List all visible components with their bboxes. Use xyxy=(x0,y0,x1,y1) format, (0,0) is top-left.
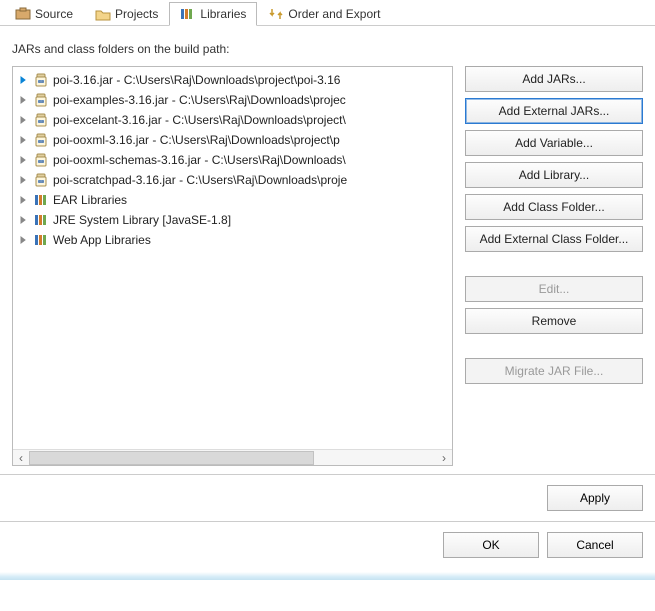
tab-source[interactable]: Source xyxy=(4,2,84,25)
library-icon xyxy=(33,232,49,248)
dialog-button-bar: OK Cancel xyxy=(0,521,655,572)
tab-label: Projects xyxy=(115,7,158,21)
add-library-button[interactable]: Add Library... xyxy=(465,162,643,188)
tree-item-label: poi-3.16.jar - C:\Users\Raj\Downloads\pr… xyxy=(53,73,340,87)
jar-icon: 010 xyxy=(33,92,49,108)
tree-item[interactable]: 010 poi-ooxml-schemas-3.16.jar - C:\Users… xyxy=(13,150,452,170)
tab-content: JARs and class folders on the build path… xyxy=(0,26,655,474)
scroll-thumb[interactable] xyxy=(29,451,314,465)
tree-item-label: JRE System Library [JavaSE-1.8] xyxy=(53,213,231,227)
expand-arrow-icon[interactable] xyxy=(17,94,29,106)
tree-item-label: poi-scratchpad-3.16.jar - C:\Users\Raj\D… xyxy=(53,173,347,187)
expand-arrow-icon[interactable] xyxy=(17,214,29,226)
edit-button: Edit... xyxy=(465,276,643,302)
expand-arrow-icon[interactable] xyxy=(17,154,29,166)
svg-text:010: 010 xyxy=(38,180,43,184)
library-icon xyxy=(180,7,196,21)
jar-icon: 010 xyxy=(33,152,49,168)
apply-button[interactable]: Apply xyxy=(547,485,643,511)
expand-arrow-icon[interactable] xyxy=(17,74,29,86)
svg-text:010: 010 xyxy=(38,80,43,84)
library-icon xyxy=(33,212,49,228)
tree-item[interactable]: 010 poi-excelant-3.16.jar - C:\Users\Raj\… xyxy=(13,110,452,130)
jar-icon: 010 xyxy=(33,72,49,88)
tree-item-label: poi-examples-3.16.jar - C:\Users\Raj\Dow… xyxy=(53,93,346,107)
tree-item[interactable]: 010 poi-scratchpad-3.16.jar - C:\Users\Ra… xyxy=(13,170,452,190)
add-external-class-folder-button[interactable]: Add External Class Folder... xyxy=(465,226,643,252)
expand-arrow-icon[interactable] xyxy=(17,194,29,206)
tab-order-export[interactable]: Order and Export xyxy=(257,2,391,25)
horizontal-scrollbar[interactable]: ‹ › xyxy=(13,449,452,465)
add-external-jars-button[interactable]: Add External JARs... xyxy=(465,98,643,124)
tree-item-label: Web App Libraries xyxy=(53,233,151,247)
tab-projects[interactable]: Projects xyxy=(84,2,169,25)
package-icon xyxy=(15,7,31,21)
tab-label: Order and Export xyxy=(288,7,380,21)
tab-libraries[interactable]: Libraries xyxy=(169,2,257,26)
migrate-jar-file-button: Migrate JAR File... xyxy=(465,358,643,384)
expand-arrow-icon[interactable] xyxy=(17,134,29,146)
svg-text:010: 010 xyxy=(38,160,43,164)
jar-icon: 010 xyxy=(33,132,49,148)
scroll-right-icon[interactable]: › xyxy=(436,450,452,466)
tree-item-label: poi-ooxml-schemas-3.16.jar - C:\Users\Ra… xyxy=(53,153,346,167)
tree-item[interactable]: 010 poi-examples-3.16.jar - C:\Users\Raj\… xyxy=(13,90,452,110)
expand-arrow-icon[interactable] xyxy=(17,174,29,186)
ok-button[interactable]: OK xyxy=(443,532,539,558)
build-path-tree[interactable]: 010 poi-3.16.jar - C:\Users\Raj\Downloads… xyxy=(12,66,453,466)
folder-icon xyxy=(95,7,111,21)
svg-text:010: 010 xyxy=(38,100,43,104)
tree-item-label: poi-ooxml-3.16.jar - C:\Users\Raj\Downlo… xyxy=(53,133,340,147)
svg-text:010: 010 xyxy=(38,140,43,144)
add-jars-button[interactable]: Add JARs... xyxy=(465,66,643,92)
expand-arrow-icon[interactable] xyxy=(17,114,29,126)
tree-item[interactable]: Web App Libraries xyxy=(13,230,452,250)
tree-item[interactable]: 010 poi-ooxml-3.16.jar - C:\Users\Raj\Dow… xyxy=(13,130,452,150)
tab-bar: Source Projects Libraries Order and Expo… xyxy=(0,0,655,26)
tree-item-label: EAR Libraries xyxy=(53,193,127,207)
footer-gradient xyxy=(0,572,655,580)
add-variable-button[interactable]: Add Variable... xyxy=(465,130,643,156)
remove-button[interactable]: Remove xyxy=(465,308,643,334)
add-class-folder-button[interactable]: Add Class Folder... xyxy=(465,194,643,220)
tree-item[interactable]: 010 poi-3.16.jar - C:\Users\Raj\Downloads… xyxy=(13,70,452,90)
tab-label: Libraries xyxy=(200,7,246,21)
tab-label: Source xyxy=(35,7,73,21)
library-icon xyxy=(33,192,49,208)
tree-item[interactable]: JRE System Library [JavaSE-1.8] xyxy=(13,210,452,230)
tree-item[interactable]: EAR Libraries xyxy=(13,190,452,210)
side-button-column: Add JARs... Add External JARs... Add Varia… xyxy=(465,66,643,466)
scroll-left-icon[interactable]: ‹ xyxy=(13,450,29,466)
instruction-text: JARs and class folders on the build path… xyxy=(12,42,643,56)
jar-icon: 010 xyxy=(33,172,49,188)
cancel-button[interactable]: Cancel xyxy=(547,532,643,558)
svg-text:010: 010 xyxy=(38,120,43,124)
order-export-icon xyxy=(268,7,284,21)
jar-icon: 010 xyxy=(33,112,49,128)
apply-bar: Apply xyxy=(0,474,655,521)
expand-arrow-icon[interactable] xyxy=(17,234,29,246)
tree-item-label: poi-excelant-3.16.jar - C:\Users\Raj\Dow… xyxy=(53,113,346,127)
